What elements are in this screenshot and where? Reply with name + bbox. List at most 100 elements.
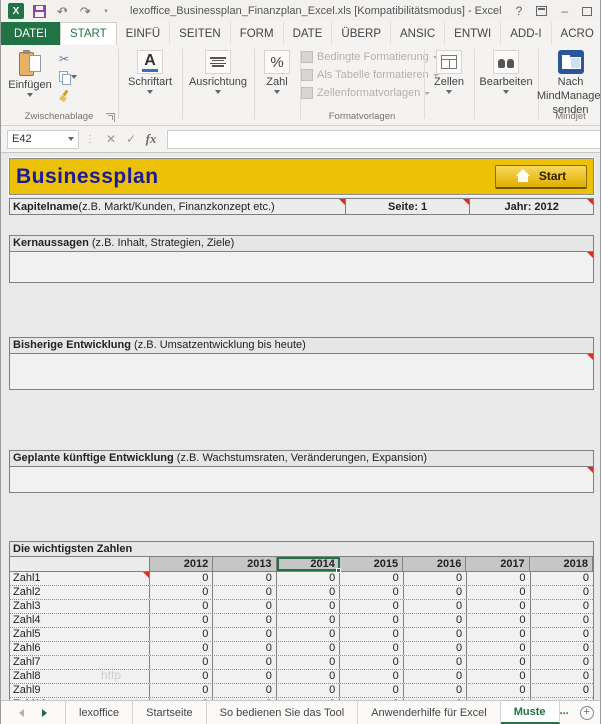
ribbon-tab-add-i[interactable]: ADD-I	[501, 22, 552, 45]
year-cell-2016[interactable]: 2016	[403, 557, 467, 571]
sheet-tab-lexoffice[interactable]: lexoffice	[66, 701, 134, 724]
zahlen-value-cell[interactable]: 0	[467, 684, 531, 697]
sheet-tab-startseite[interactable]: Startseite	[133, 701, 207, 724]
zahlen-row-label[interactable]: Zahl5	[10, 628, 150, 641]
zahlen-row-label[interactable]: Zahl4	[10, 614, 150, 627]
copy-button[interactable]	[59, 70, 77, 85]
zahlen-value-cell[interactable]: 0	[530, 684, 593, 697]
zahlen-value-cell[interactable]: 0	[340, 628, 404, 641]
zahlen-value-cell[interactable]: 0	[276, 586, 341, 599]
minimize-button[interactable]: –	[561, 5, 568, 17]
ribbon-tab-form[interactable]: FORM	[231, 22, 284, 45]
seite-cell[interactable]: Seite: 1	[346, 199, 471, 214]
prev-sheet-icon[interactable]	[19, 708, 24, 717]
zahlen-value-cell[interactable]: 0	[276, 614, 341, 627]
zahlen-row-label[interactable]: Zahl3	[10, 600, 150, 613]
font-menu-button[interactable]: A Schriftart	[124, 50, 176, 94]
insert-function-button[interactable]: fx	[141, 131, 161, 147]
zahlen-value-cell[interactable]: 0	[150, 586, 214, 599]
zahlen-row-label[interactable]: Zahl8	[10, 670, 150, 683]
zahlen-row-label[interactable]: Zahl2	[10, 586, 150, 599]
worksheet[interactable]: Businessplan Start Kapitelname (z.B. Mar…	[1, 153, 600, 713]
sheet-tab-so-bedienen-sie-das-tool[interactable]: So bedienen Sie das Tool	[207, 701, 359, 724]
zahlen-value-cell[interactable]: 0	[213, 656, 277, 669]
name-box[interactable]: E42	[7, 129, 79, 149]
new-sheet-button[interactable]: +	[573, 701, 600, 724]
paste-button[interactable]: Einfügen	[7, 50, 53, 97]
ribbon-tab-date[interactable]: DATE	[284, 22, 333, 45]
zahlen-value-cell[interactable]: 0	[467, 572, 531, 585]
section-geplante-entwicklung[interactable]: Geplante künftige Entwicklung (z.B. Wach…	[9, 450, 594, 493]
ribbon-tab-datei[interactable]: DATEI	[1, 22, 61, 45]
maximize-button[interactable]	[582, 6, 592, 16]
ribbon-tab-seiten[interactable]: SEITEN	[170, 22, 231, 45]
zahlen-value-cell[interactable]: 0	[467, 642, 531, 655]
start-button[interactable]: Start	[495, 164, 587, 189]
zahlen-row-label[interactable]: Zahl9	[10, 684, 150, 697]
sheet-tab-active[interactable]: Muste	[500, 701, 560, 724]
zahlen-value-cell[interactable]: 0	[276, 628, 341, 641]
ribbon-tab-einfü[interactable]: EINFÜ	[117, 22, 171, 45]
zahlen-value-cell[interactable]: 0	[530, 642, 593, 655]
zahlen-value-cell[interactable]: 0	[276, 572, 341, 585]
zahlen-value-cell[interactable]: 0	[150, 684, 214, 697]
zahlen-row-label[interactable]: Zahl6	[10, 642, 150, 655]
zahlen-value-cell[interactable]: 0	[150, 600, 214, 613]
year-cell-2013[interactable]: 2013	[213, 557, 277, 571]
undo-dropdown-icon[interactable]: ▾	[64, 7, 68, 15]
style-item-2[interactable]: Zellenformatvorlagen	[301, 87, 431, 99]
zahlen-value-cell[interactable]: 0	[467, 628, 531, 641]
zahlen-value-cell[interactable]: 0	[403, 642, 468, 655]
zahlen-value-cell[interactable]: 0	[403, 614, 468, 627]
zahlen-value-cell[interactable]: 0	[276, 600, 341, 613]
kapitelname-cell[interactable]: Kapitelname (z.B. Markt/Kunden, Finanzko…	[10, 199, 346, 214]
jahr-cell[interactable]: Jahr: 2012	[470, 199, 593, 214]
ribbon-tab-ansic[interactable]: ANSIC	[391, 22, 446, 45]
zahlen-value-cell[interactable]: 0	[213, 572, 277, 585]
section-kernaussagen[interactable]: Kernaussagen (z.B. Inhalt, Strategien, Z…	[9, 235, 594, 283]
ribbon-tab-start[interactable]: START	[60, 22, 117, 45]
zahlen-value-cell[interactable]: 0	[403, 684, 468, 697]
number-menu-button[interactable]: % Zahl	[260, 50, 294, 94]
year-row-label-cell[interactable]	[10, 557, 150, 571]
zahlen-value-cell[interactable]: 0	[213, 614, 277, 627]
zahlen-value-cell[interactable]: 0	[530, 670, 593, 683]
zahlen-value-cell[interactable]: 0	[340, 586, 404, 599]
zahlen-value-cell[interactable]: 0	[403, 628, 468, 641]
zahlen-value-cell[interactable]: 0	[340, 656, 404, 669]
zahlen-value-cell[interactable]: 0	[403, 670, 468, 683]
year-cell-2015[interactable]: 2015	[339, 557, 404, 571]
editing-menu-button[interactable]: Bearbeiten	[477, 50, 535, 94]
zahlen-value-cell[interactable]: 0	[403, 586, 468, 599]
zahlen-value-cell[interactable]: 0	[276, 684, 341, 697]
dialog-launcher-icon[interactable]	[106, 113, 115, 122]
style-item-1[interactable]: Als Tabelle formatieren	[301, 69, 439, 81]
zahlen-value-cell[interactable]: 0	[150, 628, 214, 641]
send-to-mindmanager-button[interactable]: Nach MindManager senden	[537, 50, 600, 117]
zahlen-value-cell[interactable]: 0	[340, 670, 404, 683]
formula-input[interactable]	[167, 129, 600, 149]
zahlen-value-cell[interactable]: 0	[530, 600, 593, 613]
year-cell-2017[interactable]: 2017	[466, 557, 530, 571]
zahlen-value-cell[interactable]: 0	[276, 656, 341, 669]
zahlen-value-cell[interactable]: 0	[213, 642, 277, 655]
save-button[interactable]	[31, 3, 47, 19]
zahlen-value-cell[interactable]: 0	[150, 642, 214, 655]
zahlen-value-cell[interactable]: 0	[403, 572, 468, 585]
zahlen-value-cell[interactable]: 0	[530, 586, 593, 599]
zahlen-value-cell[interactable]: 0	[467, 656, 531, 669]
zahlen-value-cell[interactable]: 0	[340, 642, 404, 655]
zahlen-value-cell[interactable]: 0	[150, 656, 214, 669]
zahlen-value-cell[interactable]: 0	[467, 600, 531, 613]
customize-qat-button[interactable]: ▾	[100, 3, 116, 19]
zahlen-value-cell[interactable]: 0	[467, 670, 531, 683]
sheet-tab-anwenderhilfe-für-excel[interactable]: Anwenderhilfe für Excel	[358, 701, 501, 724]
zahlen-value-cell[interactable]: 0	[340, 600, 404, 613]
zahlen-value-cell[interactable]: 0	[403, 600, 468, 613]
alignment-menu-button[interactable]: Ausrichtung	[188, 50, 248, 94]
cancel-entry-button[interactable]: ✕	[101, 132, 121, 146]
zahlen-value-cell[interactable]: 0	[530, 628, 593, 641]
cells-menu-button[interactable]: Zellen	[429, 50, 469, 94]
zahlen-value-cell[interactable]: 0	[213, 628, 277, 641]
zahlen-value-cell[interactable]: 0	[150, 614, 214, 627]
